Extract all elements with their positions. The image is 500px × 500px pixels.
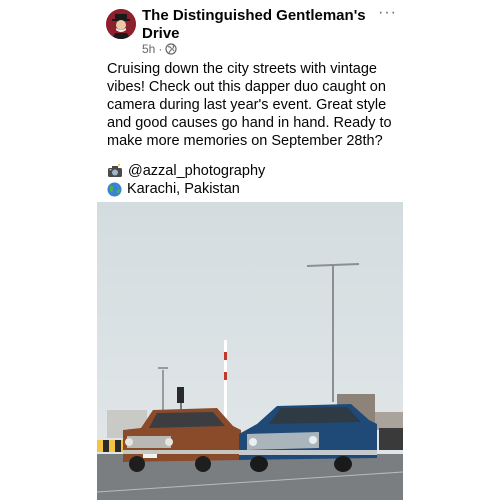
globe-icon[interactable]: [165, 43, 177, 55]
location-text[interactable]: Karachi, Pakistan: [127, 180, 240, 198]
photo-credit-line: @azzal_photography: [107, 162, 265, 180]
more-options-button[interactable]: ···: [378, 5, 397, 21]
page-name-link[interactable]: The Distinguished Gentleman's Drive: [142, 7, 372, 43]
globe-emoji-icon: [107, 182, 122, 196]
post-timestamp[interactable]: 5h: [142, 42, 155, 56]
post-body-text: Cruising down the city streets with vint…: [107, 61, 392, 149]
photo-credit-handle[interactable]: @azzal_photography: [128, 162, 265, 180]
location-line: Karachi, Pakistan: [107, 180, 240, 198]
post-meta: 5h ·: [142, 42, 177, 56]
meta-separator: ·: [158, 42, 163, 56]
camera-flash-icon: [108, 164, 122, 177]
gentleman-logo-icon: [106, 9, 136, 39]
post-photo[interactable]: [97, 202, 403, 500]
vintage-cars-photo: [97, 202, 403, 500]
page-avatar[interactable]: [106, 9, 136, 39]
post-header: The Distinguished Gentleman's Drive 5h ·: [106, 6, 406, 58]
